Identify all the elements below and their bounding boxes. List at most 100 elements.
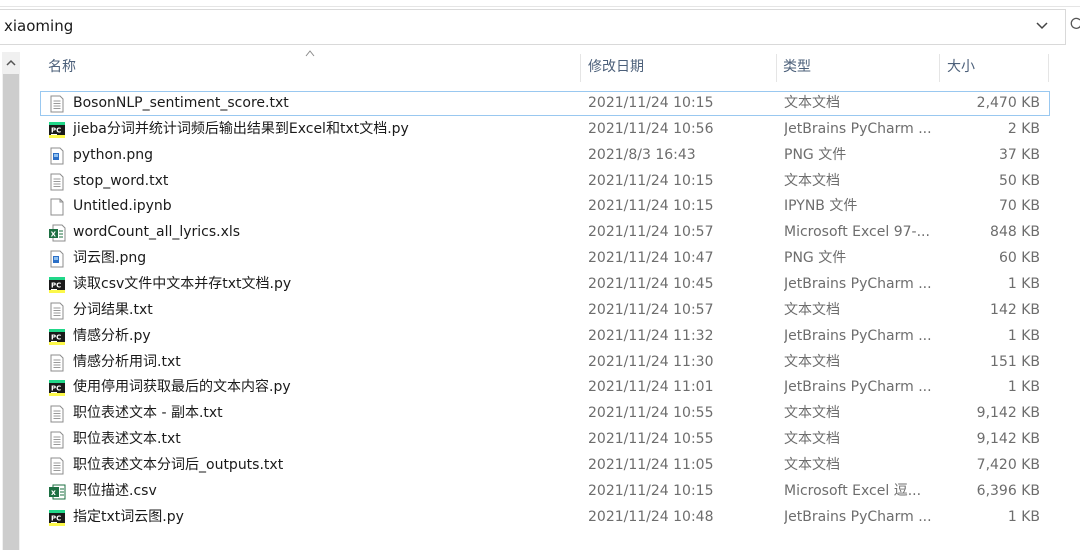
scrollbar-thumb[interactable] [3,74,19,550]
file-row[interactable]: Untitled.ipynb 2021/11/24 10:15 IPYNB 文件 70… [40,194,1050,219]
file-date-modified: 2021/11/24 10:47 [588,250,714,267]
column-divider[interactable] [939,54,940,82]
file-size: 1 KB [1007,379,1040,396]
file-type: JetBrains PyCharm ... [784,327,932,344]
file-name: 使用停用词获取最后的文本内容.py [73,379,291,396]
file-row[interactable]: PC 使用停用词获取最后的文本内容.py 2021/11/24 11:01 JetBr… [40,375,1050,400]
column-header-name[interactable]: 名称 [48,48,76,86]
file-row[interactable]: 情感分析用词.txt 2021/11/24 11:30 文本文档 151 KB [40,350,1050,375]
file-name: 职位表述文本 - 副本.txt [73,405,223,422]
blank-file-icon [48,198,66,216]
column-header-type[interactable]: 类型 [783,48,811,86]
excel-file-icon: X [48,224,66,242]
window-top-edge [0,0,1080,7]
file-size: 2 KB [1007,120,1040,137]
file-row[interactable]: XwordCount_all_lyrics.xls 2021/11/24 10:5… [40,220,1050,245]
txt-file-icon [48,405,66,423]
column-header-size[interactable]: 大小 [947,48,975,86]
file-date-modified: 2021/11/24 10:15 [588,172,714,189]
svg-text:PC: PC [51,333,61,341]
file-row[interactable]: PC 情感分析.py 2021/11/24 11:32 JetBrains PyCha… [40,324,1050,349]
file-name: 职位表述文本.txt [73,431,181,448]
txt-file-icon [48,95,66,113]
file-size: 37 KB [998,146,1040,163]
file-name: 分词结果.txt [73,301,153,318]
file-name: 职位描述.csv [73,482,157,499]
file-type: 文本文档 [784,95,840,111]
file-date-modified: 2021/11/24 10:56 [588,120,714,137]
file-date-modified: 2021/11/24 11:30 [588,353,714,370]
file-size: 70 KB [998,198,1040,215]
file-size: 50 KB [998,172,1040,189]
file-date-modified: 2021/11/24 10:15 [588,482,714,499]
file-row[interactable]: stop_word.txt 2021/11/24 10:15 文本文档 50 KB [40,169,1050,194]
column-header-date[interactable]: 修改日期 [588,48,644,86]
file-date-modified: 2021/11/24 11:32 [588,327,714,344]
svg-text:PC: PC [51,514,61,522]
column-divider[interactable] [776,54,777,82]
refresh-icon[interactable] [1070,17,1080,31]
file-size: 9,142 KB [976,431,1040,448]
file-name: 情感分析.py [73,327,151,344]
svg-text:PC: PC [51,281,61,289]
file-name: 词云图.png [73,250,147,267]
file-type: PNG 文件 [784,250,847,267]
txt-file-icon [48,431,66,449]
png-file-icon [48,250,66,268]
file-type: 文本文档 [784,431,840,448]
column-divider[interactable] [1048,54,1049,82]
file-row[interactable]: 词云图.png 2021/11/24 10:47 PNG 文件 60 KB [40,246,1050,271]
chevron-down-icon[interactable] [1035,19,1049,33]
file-size: 6,396 KB [976,482,1040,499]
file-size: 9,142 KB [976,405,1040,422]
file-row[interactable]: BosonNLP_sentiment_score.txt 2021/11/24 1… [40,91,1050,116]
file-date-modified: 2021/11/24 11:05 [588,456,714,473]
file-type: 文本文档 [784,405,840,422]
file-type: PNG 文件 [784,146,847,163]
file-size: 142 KB [990,301,1040,318]
pycharm-file-icon: PC [48,379,66,397]
sort-ascending-icon [305,50,315,57]
file-name: BosonNLP_sentiment_score.txt [73,95,289,111]
svg-text:PC: PC [51,385,61,393]
file-row[interactable]: x 职位描述.csv 2021/11/24 10:15 Microsoft Excel… [40,479,1050,504]
file-size: 1 KB [1007,327,1040,344]
file-name: 读取csv文件中文本并存txt文档.py [73,275,292,292]
file-type: IPYNB 文件 [784,198,858,215]
file-date-modified: 2021/11/24 10:48 [588,508,714,525]
file-row[interactable]: python.png 2021/8/3 16:43 PNG 文件 37 KB [40,143,1050,168]
file-row[interactable]: 分词结果.txt 2021/11/24 10:57 文本文档 142 KB [40,298,1050,323]
svg-text:X: X [51,231,57,239]
file-date-modified: 2021/11/24 10:45 [588,275,714,292]
file-date-modified: 2021/11/24 10:55 [588,405,714,422]
file-name: python.png [73,146,154,163]
txt-file-icon [48,302,66,320]
file-date-modified: 2021/11/24 10:57 [588,224,714,241]
file-name: jieba分词并统计词频后输出结果到Excel和txt文档.py [73,120,409,137]
svg-text:x: x [51,488,56,497]
file-row[interactable]: PC 读取csv文件中文本并存txt文档.py 2021/11/24 10:45 Je… [40,272,1050,297]
address-path[interactable]: xiaoming [4,17,73,35]
file-type: 文本文档 [784,353,840,370]
file-name: wordCount_all_lyrics.xls [73,224,241,241]
file-type: Microsoft Excel 逗... [784,482,922,499]
csv-file-icon: x [48,483,66,501]
file-date-modified: 2021/11/24 10:57 [588,301,714,318]
file-size: 60 KB [998,250,1040,267]
file-size: 1 KB [1007,508,1040,525]
txt-file-icon [48,457,66,475]
file-row[interactable]: 职位表述文本分词后_outputs.txt 2021/11/24 11:05 文本文… [40,453,1050,478]
file-size: 848 KB [990,224,1040,241]
file-row[interactable]: 职位表述文本.txt 2021/11/24 10:55 文本文档 9,142 KB [40,427,1050,452]
scroll-up-arrow-icon[interactable] [3,54,19,72]
file-size: 7,420 KB [976,456,1040,473]
file-row[interactable]: PC jieba分词并统计词频后输出结果到Excel和txt文档.py 2021/1… [40,117,1050,142]
file-type: 文本文档 [784,301,840,318]
file-name: Untitled.ipynb [73,198,172,215]
address-bar[interactable]: xiaoming [0,9,1066,45]
column-divider[interactable] [580,54,581,82]
file-row[interactable]: PC 指定txt词云图.py 2021/11/24 10:48 JetBrains P… [40,505,1050,530]
file-row[interactable]: 职位表述文本 - 副本.txt 2021/11/24 10:55 文本文档 9,142… [40,401,1050,426]
file-date-modified: 2021/11/24 10:15 [588,198,714,215]
file-type: JetBrains PyCharm ... [784,508,932,525]
